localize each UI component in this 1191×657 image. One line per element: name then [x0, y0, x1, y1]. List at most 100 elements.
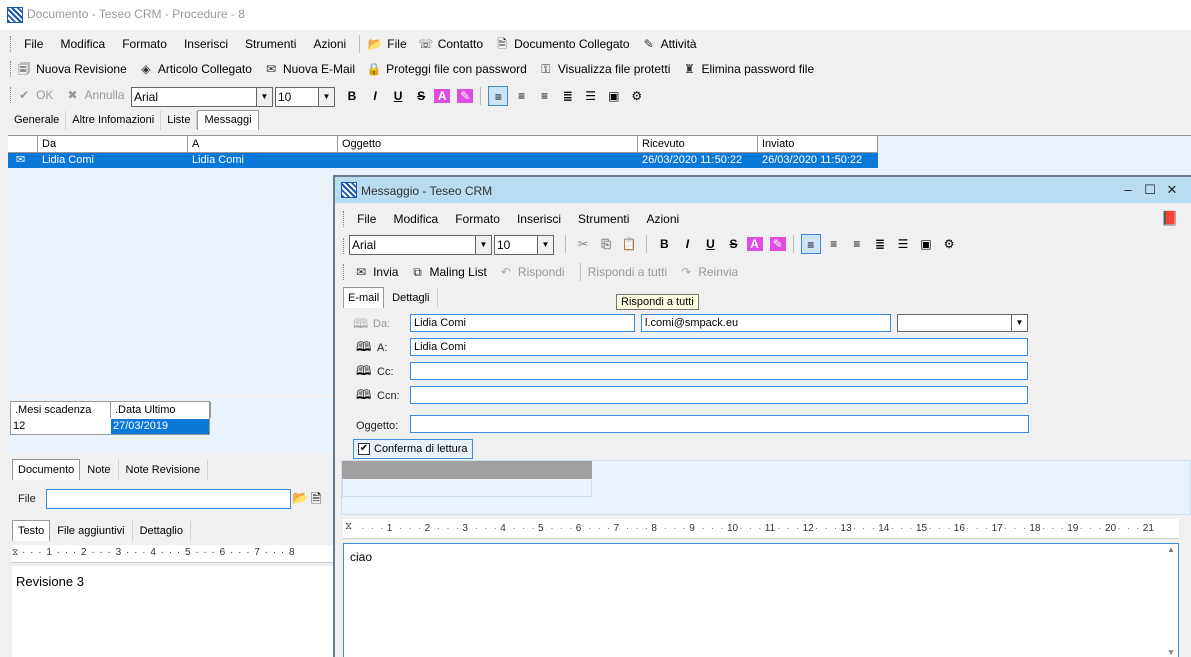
contact-book-icon[interactable]: 🕮 — [356, 338, 371, 360]
file-input[interactable] — [46, 489, 291, 509]
msg-menu-inserisci[interactable]: Inserisci — [517, 212, 561, 226]
scroll-up-icon[interactable]: ▲ — [1164, 545, 1178, 554]
message-ruler[interactable]: ⧖ 1 · · · 2 · · · 3 · · · 4 · · · 5 · · · 6 · · · 7 · · · 8 · · · 9 · · · 10… — [343, 519, 1179, 539]
align-left-icon[interactable]: ≡ — [488, 86, 509, 106]
grid-col-da[interactable]: Da — [38, 136, 188, 152]
elimina-password-button[interactable]: ♜ Elimina password file — [681, 61, 814, 77]
close-icon[interactable]: ✕ — [1161, 180, 1183, 200]
ccn-field[interactable] — [410, 386, 1028, 404]
list-icon[interactable]: ☰ — [893, 234, 913, 254]
grid-col-a[interactable]: A — [188, 136, 338, 152]
chevron-down-icon[interactable]: ▼ — [256, 88, 272, 106]
highlight-icon[interactable]: ✎ — [457, 89, 474, 103]
tab-dettagli[interactable]: Dettagli — [384, 288, 439, 308]
annulla-button[interactable]: ✖ Annulla — [64, 87, 124, 103]
cut-icon[interactable]: ✂ — [573, 234, 593, 254]
da-email-field[interactable]: l.comi@smpack.eu — [641, 314, 891, 332]
msg-font-size-select[interactable]: 10 ▼ — [494, 235, 554, 255]
tab-messaggi[interactable]: Messaggi — [197, 110, 259, 130]
articolo-collegato-button[interactable]: ◈ Articolo Collegato — [138, 61, 252, 77]
oggetto-field[interactable] — [410, 415, 1029, 433]
nuova-email-button[interactable]: ✉ Nuova E-Mail — [263, 61, 355, 77]
menu-azioni[interactable]: Azioni — [313, 37, 346, 51]
chevron-down-icon[interactable]: ▼ — [1011, 315, 1027, 331]
address-book-icon[interactable]: 📕 — [1161, 210, 1178, 227]
tab-altre-informazioni[interactable]: Altre Infomazioni — [66, 111, 162, 130]
link-attivita-button[interactable]: ✎ Attività — [641, 36, 697, 52]
grid-col-data-rinnovo[interactable]: .Data Ultimo Rinnovo — [111, 402, 211, 432]
msg-menu-modifica[interactable]: Modifica — [393, 212, 438, 226]
contact-book-icon[interactable]: 🕮 — [356, 362, 371, 384]
main-ruler[interactable]: ⧖ · · · 1 · · · 2 · · · 3 · · · 4 · · · … — [12, 545, 333, 563]
invia-button[interactable]: ✉ Invia — [353, 264, 398, 280]
bold-icon[interactable]: B — [342, 86, 362, 106]
align-right-icon[interactable]: ≡ — [535, 86, 555, 106]
chevron-down-icon[interactable]: ▼ — [537, 236, 553, 254]
image-icon[interactable]: ▣ — [916, 234, 936, 254]
chevron-down-icon[interactable]: ▼ — [475, 236, 491, 254]
contact-book-icon[interactable]: 🕮 — [353, 315, 368, 337]
menu-inserisci[interactable]: Inserisci — [184, 37, 228, 51]
conferma-lettura-checkbox[interactable]: ✔ Conferma di lettura — [353, 439, 473, 459]
open-folder-icon[interactable]: 📂 — [292, 490, 308, 506]
strikethrough-icon[interactable]: S — [411, 86, 431, 106]
link-documento-collegato-button[interactable]: 🗎 Documento Collegato — [494, 36, 629, 52]
special-icon[interactable]: ⚙ — [627, 86, 647, 106]
reinvia-button[interactable]: ↷ Reinvia — [678, 264, 738, 280]
tab-testo[interactable]: Testo — [12, 520, 51, 541]
tab-email[interactable]: E-mail — [343, 287, 385, 308]
font-color-icon[interactable]: A — [746, 237, 763, 251]
tab-file-aggiuntivi[interactable]: File aggiuntivi — [50, 521, 133, 541]
list-icon[interactable]: ☰ — [581, 86, 601, 106]
menu-file[interactable]: File — [24, 37, 43, 51]
align-center-icon[interactable]: ≡ — [512, 86, 532, 106]
attachments-row[interactable] — [342, 479, 592, 497]
visualizza-protetti-button[interactable]: ⚿ Visualizza file protetti — [538, 61, 670, 77]
link-file-button[interactable]: 📂 File — [367, 36, 407, 52]
rispondi-tutti-button[interactable]: Rispondi a tutti — [588, 265, 667, 279]
rispondi-button[interactable]: ↶ Rispondi — [498, 264, 565, 280]
msg-menu-strumenti[interactable]: Strumenti — [578, 212, 629, 226]
underline-icon[interactable]: U — [700, 234, 720, 254]
font-color-icon[interactable]: A — [434, 89, 451, 103]
ruler-indent-marker[interactable]: ⧖ — [12, 547, 18, 558]
a-field[interactable]: Lidia Comi — [410, 338, 1028, 356]
strikethrough-icon[interactable]: S — [724, 234, 744, 254]
tab-generale[interactable]: Generale — [8, 111, 67, 130]
grid-col-inviato[interactable]: Inviato — [758, 136, 878, 152]
msg-menu-formato[interactable]: Formato — [455, 212, 500, 226]
tab-documento[interactable]: Documento — [12, 459, 81, 480]
grid-col-oggetto[interactable]: Oggetto — [338, 136, 638, 152]
tab-liste[interactable]: Liste — [161, 111, 198, 130]
contact-book-icon[interactable]: 🕮 — [356, 386, 371, 408]
minimize-icon[interactable]: – — [1117, 180, 1139, 200]
da-name-field[interactable]: Lidia Comi — [410, 314, 635, 332]
tab-dettaglio[interactable]: Dettaglio — [133, 521, 191, 541]
cc-field[interactable] — [410, 362, 1028, 380]
grid-col-ricevuto[interactable]: Ricevuto — [638, 136, 758, 152]
message-body-scrollbar[interactable]: ▲ ▼ — [1164, 545, 1178, 657]
maximize-icon[interactable]: ☐ — [1139, 180, 1161, 200]
font-name-select[interactable]: Arial ▼ — [131, 87, 273, 107]
highlight-icon[interactable]: ✎ — [769, 237, 786, 251]
da-account-select[interactable]: ▼ — [897, 314, 1028, 332]
proteggi-file-button[interactable]: 🔒 Proteggi file con password — [366, 61, 527, 77]
paste-icon[interactable]: 📋 — [619, 234, 639, 254]
grid-col-mesi-scadenza[interactable]: .Mesi scadenza — [11, 402, 111, 418]
tab-note-revisione[interactable]: Note Revisione — [119, 460, 209, 480]
align-left-icon[interactable]: ≡ — [800, 234, 821, 254]
special-icon[interactable]: ⚙ — [939, 234, 959, 254]
message-body[interactable]: ciao — [343, 543, 1179, 657]
nuova-revisione-button[interactable]: 🗐 Nuova Revisione — [16, 61, 127, 77]
cell-data-rinnovo[interactable]: 27/03/2019 — [111, 419, 209, 434]
italic-icon[interactable]: I — [677, 234, 697, 254]
tab-note[interactable]: Note — [80, 460, 119, 480]
align-center-icon[interactable]: ≡ — [824, 234, 844, 254]
align-right-icon[interactable]: ≡ — [847, 234, 867, 254]
maling-list-button[interactable]: ⧉ Maling List — [409, 264, 487, 280]
link-contatto-button[interactable]: ☏ Contatto — [418, 36, 483, 52]
ok-button[interactable]: ✔ OK — [16, 87, 53, 103]
align-justify-icon[interactable]: ≣ — [558, 86, 578, 106]
font-size-select[interactable]: 10 ▼ — [275, 87, 335, 107]
msg-menu-file[interactable]: File — [357, 212, 376, 226]
